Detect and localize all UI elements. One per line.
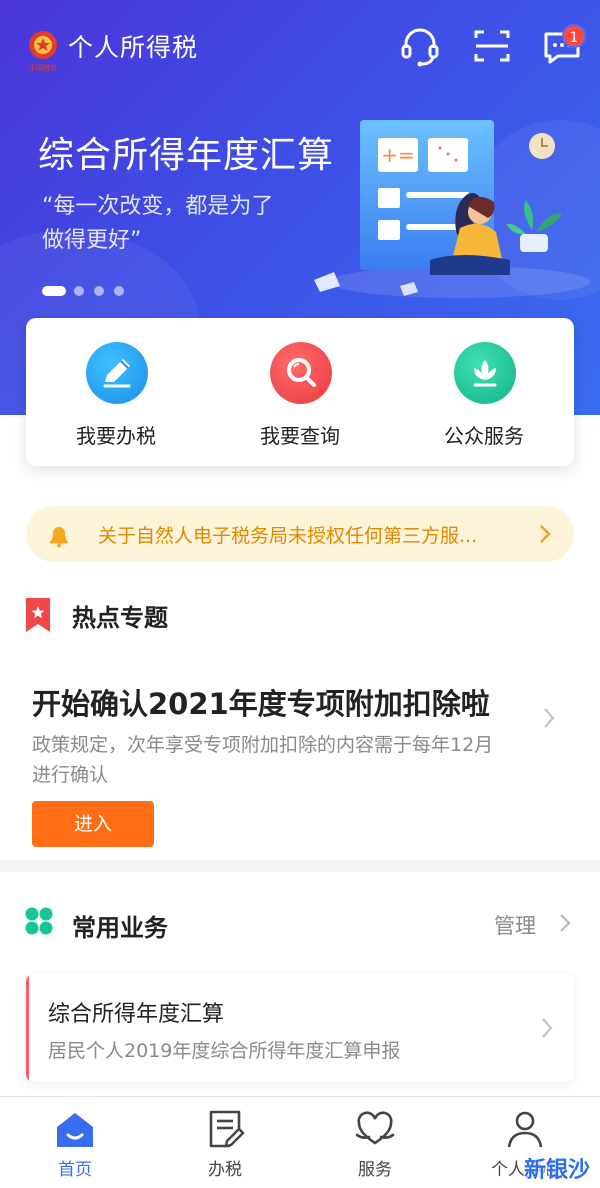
carousel-dot xyxy=(74,286,84,296)
heart-icon xyxy=(355,1111,395,1145)
hot-topic-description: 进行确认 xyxy=(32,764,109,786)
carousel-dot-active xyxy=(42,286,66,296)
magnifier-icon xyxy=(287,358,316,387)
section-divider xyxy=(0,860,600,872)
business-item-title: 综合所得年度汇算 xyxy=(48,1002,225,1027)
customer-service-icon[interactable] xyxy=(398,24,442,68)
business-item-accent-bar xyxy=(26,974,29,1082)
banner-subtitle: “每一次改变，都是为了 xyxy=(42,194,274,219)
banner-illustration: += xyxy=(314,120,590,298)
hot-topic-headline: 开始确认2021年度专项附加扣除啦 xyxy=(32,687,490,721)
quick-action-query[interactable]: 我要查询 xyxy=(230,342,370,452)
scan-icon[interactable] xyxy=(470,24,514,68)
business-item-card[interactable]: 综合所得年度汇算 居民个人2019年度综合所得年度汇算申报 xyxy=(26,974,574,1082)
svg-text:中国税务: 中国税务 xyxy=(29,63,57,72)
enter-button[interactable]: 进入 xyxy=(32,801,154,847)
lotus-icon xyxy=(473,360,497,387)
chevron-right-icon xyxy=(544,708,555,728)
document-icon xyxy=(209,1110,245,1148)
hot-topic-description: 政策规定，次年享受专项附加扣除的内容需于每年12月 xyxy=(32,734,494,756)
tab-label: 首页 xyxy=(58,1160,92,1180)
app-title: 个人所得税 xyxy=(68,33,199,62)
business-item-subtitle: 居民个人2019年度综合所得年度汇算申报 xyxy=(48,1040,401,1062)
quick-action-label: 公众服务 xyxy=(444,424,524,448)
manage-link[interactable]: 管理 xyxy=(494,910,536,940)
svg-text:+=: += xyxy=(381,143,415,167)
chevron-right-icon xyxy=(542,1018,553,1038)
tab-label: 办税 xyxy=(208,1160,242,1180)
notice-text: 关于自然人电子税务局未授权任何第三方服... xyxy=(98,525,478,547)
tab-tax[interactable]: 办税 xyxy=(150,1097,300,1188)
quick-action-icon-bg xyxy=(454,342,516,404)
tab-label: 服务 xyxy=(358,1160,392,1180)
quick-action-tax-filing[interactable]: 我要办税 xyxy=(46,342,186,452)
message-badge: 1 xyxy=(562,24,586,48)
tax-emblem-logo: 中国税务 xyxy=(29,31,57,72)
quick-action-icon-bg xyxy=(86,342,148,404)
user-icon xyxy=(507,1111,543,1148)
common-business-title: 常用业务 xyxy=(72,914,168,942)
top-bar: 中国税务 个人所得税 1 xyxy=(0,0,600,96)
bell-icon xyxy=(50,527,68,548)
tab-service[interactable]: 服务 xyxy=(300,1097,450,1188)
hot-topic-flag-icon xyxy=(26,598,50,632)
carousel-dot xyxy=(114,286,124,296)
quick-actions-card: 我要办税 我要查询 公众服务 xyxy=(26,318,574,466)
watermark: 新银沙 xyxy=(524,1158,591,1183)
quick-action-label: 我要查询 xyxy=(260,424,340,448)
chevron-right-icon xyxy=(540,525,551,543)
home-icon xyxy=(57,1113,93,1147)
quick-action-icon-bg xyxy=(270,342,332,404)
tab-home[interactable]: 首页 xyxy=(0,1097,150,1188)
chevron-right-icon[interactable] xyxy=(558,912,572,934)
bottom-tab-bar: 首页 办税 服务 个人中心 xyxy=(0,1096,600,1188)
notice-bar[interactable]: 关于自然人电子税务局未授权任何第三方服... xyxy=(26,506,574,562)
banner-subtitle: 做得更好” xyxy=(42,228,142,253)
banner-title: 综合所得年度汇算 xyxy=(38,135,335,176)
carousel-dot xyxy=(94,286,104,296)
hot-topics-title: 热点专题 xyxy=(72,604,168,632)
pencil-icon xyxy=(103,359,131,388)
quick-action-public-service[interactable]: 公众服务 xyxy=(414,342,554,452)
quick-action-label: 我要办税 xyxy=(76,424,156,448)
grid-icon xyxy=(25,907,53,935)
